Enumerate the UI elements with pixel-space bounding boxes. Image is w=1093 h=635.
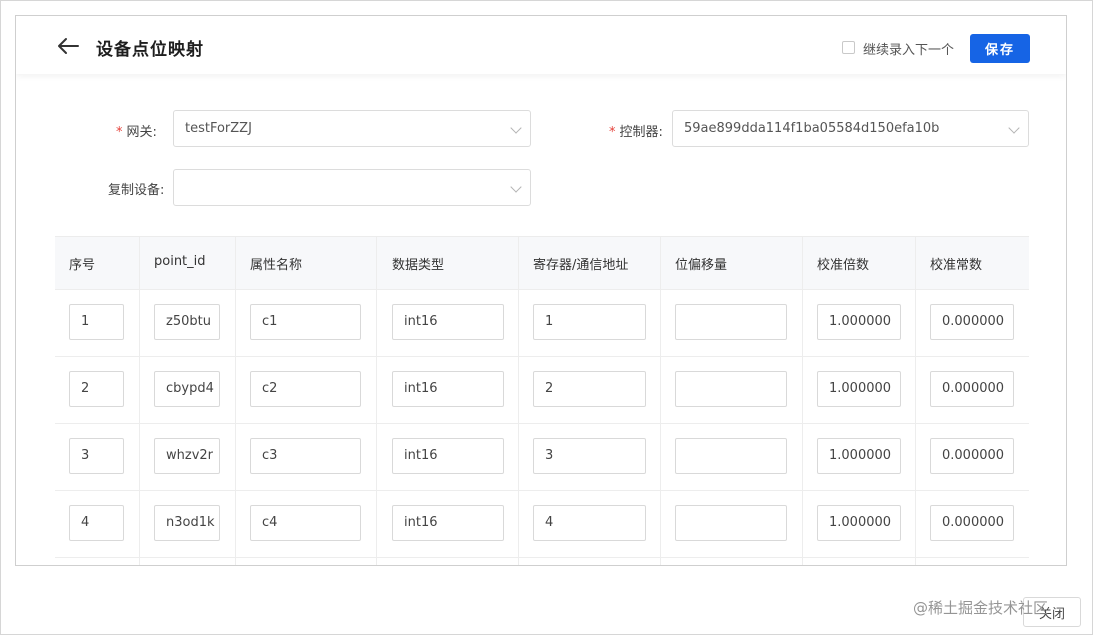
col-constant: 校准常数 [930, 258, 983, 273]
address-input[interactable]: 2 [533, 371, 646, 407]
data-type-input[interactable]: int16 [392, 371, 504, 407]
point-id-input[interactable]: whzv2r [154, 438, 220, 474]
chevron-down-icon [510, 181, 522, 193]
col-scale: 校准倍数 [817, 258, 870, 273]
table-header: 序号 point_id 属性名称 数据类型 寄存器/通信地址 位偏移量 校准倍数… [55, 237, 1029, 289]
index-input[interactable]: 3 [69, 438, 124, 474]
scale-input[interactable]: 1.000000 [817, 371, 901, 407]
data-type-input[interactable]: int16 [392, 304, 504, 340]
divider [55, 557, 1029, 558]
index-input[interactable]: 1 [69, 304, 124, 340]
divider [376, 237, 377, 565]
constant-input[interactable]: 0.000000 [930, 505, 1014, 541]
scale-input[interactable]: 1.000000 [817, 438, 901, 474]
gateway-select[interactable]: testForZZJ [173, 110, 531, 147]
mapping-panel: 设备点位映射 继续录入下一个 保存 * 网关: testForZZJ * 控制器: … [15, 15, 1067, 566]
point-id-input[interactable]: z50btu [154, 304, 220, 340]
point-table: 序号 point_id 属性名称 数据类型 寄存器/通信地址 位偏移量 校准倍数… [55, 236, 1029, 565]
save-button[interactable]: 保存 [970, 34, 1030, 63]
divider [55, 289, 1029, 290]
controller-select[interactable]: 59ae899dda114f1ba05584d150efa10b [672, 110, 1029, 147]
address-input[interactable]: 1 [533, 304, 646, 340]
divider [55, 356, 1029, 357]
bit-offset-input[interactable] [675, 505, 787, 541]
divider [660, 237, 661, 565]
attr-name-input[interactable]: c3 [250, 438, 361, 474]
index-input[interactable]: 2 [69, 371, 124, 407]
divider [802, 237, 803, 565]
col-address: 寄存器/通信地址 [533, 258, 629, 273]
constant-input[interactable]: 0.000000 [930, 304, 1014, 340]
col-index: 序号 [69, 258, 96, 273]
constant-input[interactable]: 0.000000 [930, 371, 1014, 407]
col-attr-name: 属性名称 [250, 258, 303, 273]
col-point-id: point_id [154, 254, 206, 269]
page-header: 设备点位映射 继续录入下一个 保存 [16, 16, 1066, 74]
continue-label[interactable]: 继续录入下一个 [863, 39, 954, 58]
point-id-input[interactable]: cbypd4 [154, 371, 220, 407]
data-type-input[interactable]: int16 [392, 505, 504, 541]
chevron-down-icon [1008, 122, 1020, 134]
divider [139, 237, 140, 565]
attr-name-input[interactable]: c2 [250, 371, 361, 407]
attr-name-input[interactable]: c1 [250, 304, 361, 340]
index-input[interactable]: 4 [69, 505, 124, 541]
divider [55, 490, 1029, 491]
scale-input[interactable]: 1.000000 [817, 505, 901, 541]
col-data-type: 数据类型 [392, 258, 445, 273]
attr-name-input[interactable]: c4 [250, 505, 361, 541]
gateway-label: * 网关: [116, 125, 157, 140]
address-input[interactable]: 4 [533, 505, 646, 541]
watermark: @稀土掘金技术社区 [913, 599, 1049, 617]
constant-input[interactable]: 0.000000 [930, 438, 1014, 474]
dialog-frame: 设备点位映射 继续录入下一个 保存 * 网关: testForZZJ * 控制器: … [0, 0, 1093, 635]
address-input[interactable]: 3 [533, 438, 646, 474]
copy-device-label: 复制设备: [108, 183, 165, 198]
divider [235, 237, 236, 565]
bit-offset-input[interactable] [675, 304, 787, 340]
divider [915, 237, 916, 565]
copy-device-select[interactable] [173, 169, 531, 206]
divider [55, 423, 1029, 424]
page-title: 设备点位映射 [96, 40, 204, 60]
point-id-input[interactable]: n3od1k [154, 505, 220, 541]
data-type-input[interactable]: int16 [392, 438, 504, 474]
divider [518, 237, 519, 565]
bit-offset-input[interactable] [675, 438, 787, 474]
continue-checkbox[interactable] [842, 41, 855, 54]
scale-input[interactable]: 1.000000 [817, 304, 901, 340]
chevron-down-icon [510, 122, 522, 134]
controller-label: * 控制器: [609, 125, 663, 140]
bit-offset-input[interactable] [675, 371, 787, 407]
back-arrow-icon[interactable] [56, 36, 80, 56]
col-bit-offset: 位偏移量 [675, 258, 728, 273]
